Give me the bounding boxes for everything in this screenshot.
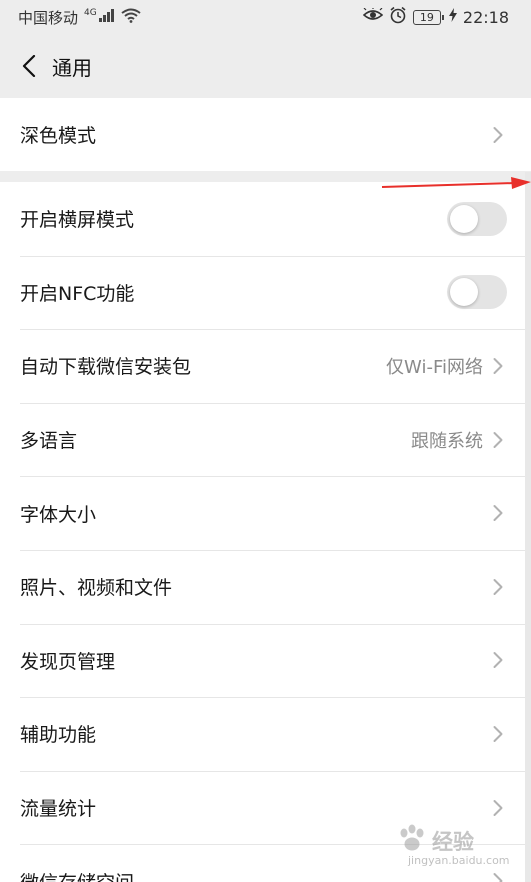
row-auto-download[interactable]: 自动下载微信安装包 仅Wi-Fi网络 — [0, 329, 531, 403]
scrollbar-track[interactable] — [525, 172, 531, 882]
network-type: 4G — [84, 8, 97, 18]
settings-group-general: 开启横屏模式 开启NFC功能 自动下载微信安装包 仅Wi-Fi网络 多语言 跟随… — [0, 182, 531, 882]
watermark-site: jingyan.baidu.com — [408, 854, 510, 867]
nav-bar: 通用 — [0, 34, 531, 98]
nfc-toggle[interactable] — [447, 275, 507, 310]
row-label: 开启NFC功能 — [20, 282, 135, 305]
back-arrow-icon — [22, 55, 36, 77]
chevron-right-icon — [493, 577, 505, 597]
chevron-right-icon — [493, 356, 505, 376]
wifi-icon — [121, 8, 141, 27]
toggle-knob — [450, 278, 478, 307]
watermark-brand: 经验 — [432, 830, 474, 854]
row-language[interactable]: 多语言 跟随系统 — [0, 402, 531, 477]
landscape-toggle[interactable] — [447, 201, 507, 236]
eye-icon — [362, 7, 384, 26]
status-right: 19 22:18 — [362, 6, 509, 28]
row-label: 字体大小 — [20, 503, 97, 526]
row-dark-mode[interactable]: 深色模式 — [0, 98, 531, 171]
battery-icon: 19 — [412, 9, 444, 25]
row-label: 深色模式 — [20, 125, 97, 147]
row-discover-management[interactable]: 发现页管理 — [0, 623, 531, 698]
watermark: 经验 jingyan.baidu.com — [392, 822, 510, 874]
status-left: 中国移动 4G — [18, 7, 141, 28]
row-label: 多语言 — [20, 430, 78, 453]
row-value: 仅Wi-Fi网络 — [386, 356, 483, 378]
settings-group-display: 深色模式 — [0, 98, 531, 171]
chevron-right-icon — [493, 724, 505, 744]
row-label: 照片、视频和文件 — [20, 577, 173, 600]
row-accessibility[interactable]: 辅助功能 — [0, 697, 531, 771]
annotation-arrow-icon — [381, 177, 531, 189]
row-value: 跟随系统 — [411, 430, 483, 452]
chevron-right-icon — [493, 650, 505, 670]
status-bar: 中国移动 4G 19 22:18 — [0, 0, 531, 34]
battery-level: 19 — [419, 10, 434, 24]
carrier-label: 中国移动 — [18, 8, 79, 27]
toggle-knob — [450, 204, 478, 233]
row-label: 发现页管理 — [20, 650, 116, 673]
charging-icon — [448, 8, 457, 26]
row-media-files[interactable]: 照片、视频和文件 — [0, 549, 531, 624]
page-title: 通用 — [52, 55, 92, 80]
row-label: 流量统计 — [20, 798, 97, 821]
alarm-icon — [389, 6, 407, 28]
chevron-right-icon — [493, 430, 505, 450]
back-button[interactable] — [14, 46, 44, 86]
row-label: 开启横屏模式 — [20, 209, 135, 232]
chevron-right-icon — [493, 798, 505, 818]
chevron-right-icon — [493, 125, 505, 145]
row-label: 辅助功能 — [20, 724, 97, 747]
clock-time: 22:18 — [462, 7, 509, 27]
chevron-right-icon — [493, 503, 505, 523]
row-nfc: 开启NFC功能 — [0, 255, 531, 330]
row-label: 自动下载微信安装包 — [20, 356, 192, 379]
paw-logo-icon — [400, 824, 424, 851]
row-font-size[interactable]: 字体大小 — [0, 476, 531, 550]
signal-icon — [98, 8, 115, 26]
